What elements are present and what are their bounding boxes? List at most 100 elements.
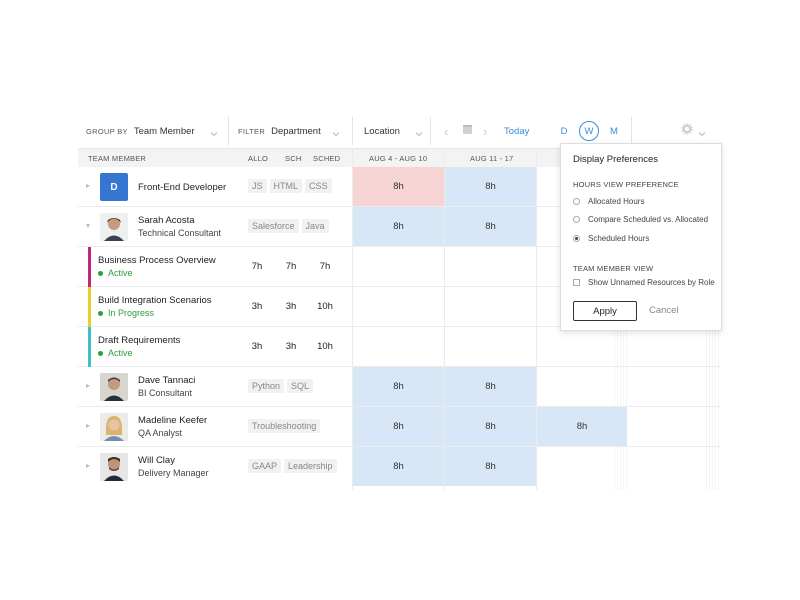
week-1-cell[interactable]: 8h [353,207,444,246]
view-month-label: M [610,125,618,137]
chevron-down-icon [697,126,707,137]
chevron-right-icon[interactable]: ▸ [86,381,90,390]
week-2-cell[interactable]: 8h [445,447,536,486]
skill-tag: Troubleshooting [248,419,321,433]
radio-button[interactable] [573,198,580,205]
skill-tag: Java [301,219,329,233]
skill-tag: GAAP [248,459,282,473]
skill-tag: Salesforce [248,219,299,233]
calendar-button[interactable] [462,113,473,149]
sch-hours: 7h [285,261,297,272]
skill-list: Salesforce Java [248,219,329,233]
week-2-cell[interactable]: 8h [445,407,536,446]
group-by-value: Team Member [133,125,195,137]
person-role: Technical Consultant [138,228,222,238]
calendar-icon [462,122,473,140]
sch-hours: 3h [285,341,297,352]
team-row-person[interactable]: ▸ Madeline Keefer QA Analyst Troubleshoo… [78,407,720,447]
radio-button-selected[interactable] [573,235,580,242]
chevron-left-icon: ‹ [444,123,449,139]
cancel-button[interactable]: Cancel [649,305,679,316]
role-avatar: D [100,173,128,201]
role-name: Front-End Developer [138,182,227,193]
skill-tag: JS [248,179,267,193]
skill-tag: Leadership [284,459,337,473]
week-3-cell[interactable]: 8h [537,407,627,446]
week-1-cell[interactable]: 8h [353,367,444,406]
filter-dropdown[interactable]: FILTER Department [238,113,341,149]
radio-compare-hours[interactable]: Compare Scheduled vs. Allocated [573,215,708,224]
team-section-label: TEAM MEMBER VIEW [573,264,654,273]
person-role: Delivery Manager [138,468,209,478]
skill-tag: CSS [305,179,332,193]
task-title: Build Integration Scenarios [98,295,212,306]
popup-title: Display Preferences [573,154,659,165]
today-button[interactable]: Today [504,113,529,149]
apply-button[interactable]: Apply [573,301,637,321]
view-week-label: W [579,121,599,141]
person-name: Sarah Acosta [138,215,195,226]
week-1-cell[interactable]: 8h [353,447,444,486]
prev-period-button[interactable]: ‹ [444,113,448,149]
task-color-bar [88,287,91,327]
skill-list: JS HTML CSS [248,179,332,193]
chevron-down-icon[interactable]: ▾ [86,221,90,230]
header-team-member[interactable]: TEAM MEMBER [88,149,146,167]
status-text: Active [108,348,133,358]
view-day-label: D [560,125,568,137]
chevron-right-icon: › [483,123,488,139]
task-row[interactable]: Draft Requirements Active 3h 3h 10h [78,327,720,367]
person-name: Dave Tannaci [138,375,196,386]
location-value: Location [364,125,400,137]
status-badge: In Progress [98,308,154,318]
header-allo[interactable]: ALLO [248,149,268,167]
task-color-bar [88,327,91,367]
radio-scheduled-hours[interactable]: Scheduled Hours [573,234,649,243]
chevron-right-icon[interactable]: ▸ [86,181,90,190]
week-2-cell[interactable]: 8h [445,367,536,406]
checkbox[interactable] [573,279,580,286]
status-text: Active [108,268,133,278]
location-dropdown[interactable]: Location [364,113,424,149]
task-title: Draft Requirements [98,335,181,346]
week-1-cell[interactable]: 8h [353,167,444,206]
chevron-right-icon[interactable]: ▸ [86,461,90,470]
sched-hours: 7h [319,261,331,272]
avatar [100,373,128,401]
group-by-dropdown[interactable]: GROUP BY Team Member [86,113,219,149]
person-role: QA Analyst [138,428,183,438]
person-name: Madeline Keefer [138,415,208,426]
radio-label: Compare Scheduled vs. Allocated [588,215,709,224]
avatar [100,413,128,441]
radio-button[interactable] [573,216,580,223]
skill-tag: HTML [269,179,303,193]
team-row-person[interactable]: ▸ Will Clay Delivery Manager GAAP Leader… [78,447,720,487]
allo-hours: 7h [251,261,263,272]
today-label: Today [504,125,530,137]
week-2-cell[interactable]: 8h [445,167,536,206]
skill-list: Troubleshooting [248,419,321,433]
checkbox-label: Show Unnamed Resources by Role [588,278,715,287]
header-sch[interactable]: SCH [285,149,301,167]
week-1-cell[interactable]: 8h [353,407,444,446]
skill-list: GAAP Leadership [248,459,337,473]
header-week-1: AUG 4 - AUG 10 [369,153,428,163]
person-name: Will Clay [138,455,175,466]
team-row-person[interactable]: ▸ Dave Tannaci BI Consultant Python SQL … [78,367,720,407]
avatar [100,453,128,481]
header-sched[interactable]: SCHED [313,149,340,167]
show-unnamed-checkbox-row[interactable]: Show Unnamed Resources by Role [573,278,715,287]
radio-label: Scheduled Hours [588,234,650,243]
sched-hours: 10h [317,341,333,352]
next-period-button[interactable]: › [483,113,487,149]
person-role: BI Consultant [138,388,193,398]
radio-label: Allocated Hours [588,197,645,206]
header-week-2: AUG 11 - 17 [470,153,514,163]
task-color-bar [88,247,91,287]
radio-allocated-hours[interactable]: Allocated Hours [573,197,644,206]
week-2-cell[interactable]: 8h [445,207,536,246]
skill-list: Python SQL [248,379,314,393]
avatar [100,213,128,241]
display-preferences-popup: Display Preferences HOURS VIEW PREFERENC… [560,143,722,331]
chevron-right-icon[interactable]: ▸ [86,421,90,430]
